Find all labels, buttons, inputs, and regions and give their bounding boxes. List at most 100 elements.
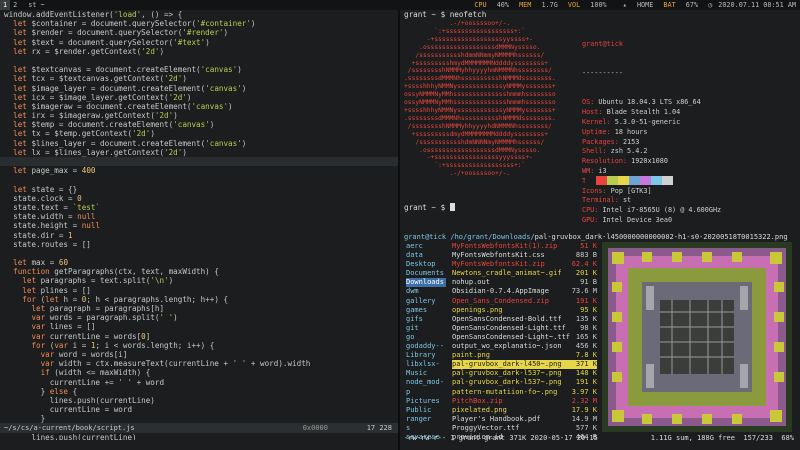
code-line[interactable]: let lx = $lines_layer.getContext('2d') — [0, 148, 398, 157]
code-line[interactable]: let irx = $imageraw.getContext('2d') — [0, 111, 398, 120]
code-line[interactable]: let tx = $temp.getContext('2d') — [0, 129, 398, 138]
file-item[interactable]: MyFontsWebfontsKit(1).zip 51 K — [452, 242, 597, 251]
neofetch-terminal[interactable]: grant ~ $ neofetch .-/+oossssoo+/-. `:+s… — [402, 10, 800, 225]
workspace-2-button[interactable]: 2 — [10, 0, 20, 10]
code-line[interactable]: var words = paragraph.split(' ') — [0, 313, 398, 322]
code-line[interactable]: state.clock = 0 — [0, 194, 398, 203]
file-item[interactable]: pal-gruvbox_dark-l537~.png 148 K — [452, 369, 597, 378]
code-line[interactable] — [0, 56, 398, 65]
file-item[interactable]: MyFontsWebfontsKit.css 883 B — [452, 251, 597, 260]
directory-item[interactable]: go — [406, 333, 446, 342]
file-item[interactable]: Obsidian-0.7.4.AppImage 73.6 M — [452, 287, 597, 296]
code-line[interactable]: var word = words[i] — [0, 350, 398, 359]
code-line[interactable]: let plines = [] — [0, 286, 398, 295]
code-line[interactable] — [0, 175, 398, 184]
code-line[interactable]: let max = 60 — [0, 258, 398, 267]
directory-item[interactable]: Pictures — [406, 397, 446, 406]
code-line[interactable]: var width = ctx.measureText(currentLine … — [0, 359, 398, 368]
ubuntu-logo: .-/+oossssoo+/-. `:+ssssssssssssssssss+:… — [404, 20, 556, 178]
file-item[interactable]: openings.png 95 K — [452, 306, 597, 315]
directory-item[interactable]: Documents — [406, 269, 446, 278]
file-item[interactable]: pattern-mutatiion-fo~.png 3.97 K — [452, 388, 597, 397]
file-name: OpenSansCondensed-Light.ttf — [452, 323, 566, 332]
workspace-1-button[interactable]: 1 — [0, 0, 11, 10]
directory-item[interactable]: Desktop — [406, 260, 446, 269]
file-item[interactable]: MyFontsWebfontsKit.zip 62.4 K — [452, 260, 597, 269]
code-line[interactable]: var currentLine = words[0] — [0, 332, 398, 341]
file-item[interactable]: OpenSansCondensed-Light~.ttf 165 K — [452, 333, 597, 342]
code-line[interactable]: let page_max = 400 — [0, 166, 398, 175]
code-line[interactable]: window.addEventListener('load', () => { — [0, 10, 398, 19]
code-line[interactable]: state.width = null — [0, 212, 398, 221]
color-swatch — [607, 176, 618, 185]
code-line[interactable]: } else { — [0, 387, 398, 396]
file-item[interactable]: pal-gruvbox_dark-l450~.png 371 K — [452, 360, 597, 370]
file-item[interactable]: OpenSansCondensed-Light.ttf 98 K — [452, 324, 597, 333]
directory-item[interactable]: libxlsx- — [406, 360, 446, 369]
file-item[interactable]: ProggyVector.ttf 577 K — [452, 424, 597, 433]
directory-item[interactable]: games — [406, 306, 446, 315]
directory-item[interactable]: git — [406, 324, 446, 333]
code-line[interactable]: for (let h = 0; h < paragraphs.length; h… — [0, 295, 398, 304]
code-line[interactable]: var lines = [] — [0, 322, 398, 331]
code-line[interactable] — [0, 157, 398, 167]
file-item[interactable]: Player's Handbook.pdf 14.9 M — [452, 415, 597, 424]
code-line[interactable]: currentLine = word — [0, 405, 398, 414]
directory-item[interactable]: gifs — [406, 315, 446, 324]
code-line[interactable] — [0, 249, 398, 258]
directory-item[interactable]: data — [406, 251, 446, 260]
code-line[interactable]: let $lines_layer = document.createElemen… — [0, 139, 398, 148]
code-line[interactable]: let state = {} — [0, 185, 398, 194]
code-line[interactable]: let tcx = $textcanvas.getContext('2d') — [0, 74, 398, 83]
file-item[interactable]: Newtons_cradle_animat~.gif 201 K — [452, 269, 597, 278]
code-line[interactable]: state.text = `test` — [0, 203, 398, 212]
pane-divider[interactable] — [398, 10, 400, 450]
directory-item[interactable]: Public — [406, 406, 446, 415]
file-item[interactable]: Open_Sans_Condensed.zip 191 K — [452, 297, 597, 306]
file-item[interactable]: PitchBox.zip 2.32 M — [452, 397, 597, 406]
directory-item[interactable]: Library — [406, 351, 446, 360]
code-line[interactable]: let $render = document.querySelector('#r… — [0, 28, 398, 37]
directory-item[interactable]: Downloads — [406, 278, 446, 288]
directory-item[interactable]: godaddy-- — [406, 342, 446, 351]
code-line[interactable]: state.dir = 1 — [0, 231, 398, 240]
directory-item[interactable]: s — [406, 424, 446, 433]
file-item[interactable]: output_wo_explanatio~.json 456 K — [452, 342, 597, 351]
directory-item[interactable]: Music — [406, 369, 446, 378]
directory-item[interactable]: p — [406, 388, 446, 397]
code-line[interactable]: let $imageraw = document.createElement('… — [0, 102, 398, 111]
code-line[interactable]: if (width <= maxWidth) { — [0, 368, 398, 377]
code-line[interactable]: lines.push(currentLine) — [0, 396, 398, 405]
code-line[interactable]: lines.push(currentLine) — [0, 433, 398, 440]
code-line[interactable]: let $textcanvas = document.createElement… — [0, 65, 398, 74]
code-line[interactable]: for (var i = 1; i < words.length; i++) { — [0, 341, 398, 350]
code-line[interactable]: let paragraph = paragraphs[h] — [0, 304, 398, 313]
file-item[interactable]: paint.png 7.8 K — [452, 351, 597, 360]
directory-item[interactable]: node_mod- — [406, 378, 446, 387]
file-item[interactable]: pixelated.png 17.9 K — [452, 406, 597, 415]
directory-item[interactable]: ranger — [406, 415, 446, 424]
file-item[interactable]: pal-gruvbox_dark-l537~.png 191 K — [452, 378, 597, 387]
directory-item[interactable]: gallery — [406, 297, 446, 306]
directory-item[interactable]: dwm — [406, 287, 446, 296]
code-line[interactable]: let paragraphs = text.split('\n') — [0, 276, 398, 285]
code-line[interactable]: state.height = null — [0, 221, 398, 230]
code-line[interactable]: let $container = document.querySelector(… — [0, 19, 398, 28]
directory-item[interactable]: aerc — [406, 242, 446, 251]
code-line[interactable]: let rx = $render.getContext('2d') — [0, 47, 398, 56]
file-item[interactable]: nohup.out 91 B — [452, 278, 597, 287]
parent-directory-list[interactable]: aerc data Desktop Documents Downloads dwm gall… — [406, 242, 446, 442]
code-line[interactable]: function getParagraphs(ctx, text, maxWid… — [0, 267, 398, 276]
code-line[interactable]: state.routes = [] — [0, 240, 398, 249]
file-item[interactable]: OpenSansCondensed-Bold.ttf 135 K — [452, 315, 597, 324]
code-line[interactable]: currentLine += ' ' + word — [0, 378, 398, 387]
file-name: output_wo_explanatio~.json — [452, 342, 562, 351]
code-line[interactable]: let icx = $image_layer.getContext('2d') — [0, 93, 398, 102]
terminal-prompt-active[interactable]: grant ~ $ — [404, 203, 455, 212]
code-line[interactable]: let $image_layer = document.createElemen… — [0, 84, 398, 93]
ranger-file-manager[interactable]: grant@tick /ho/grant/Downloads/pal-gruvb… — [402, 233, 800, 450]
code-line[interactable]: let $temp = document.createElement('canv… — [0, 120, 398, 129]
code-editor[interactable]: window.addEventListener('load', () => { … — [0, 10, 398, 440]
code-line[interactable]: let $text = document.querySelector('#tex… — [0, 38, 398, 47]
file-list[interactable]: MyFontsWebfontsKit(1).zip 51 K MyFontsWebf… — [452, 242, 597, 442]
